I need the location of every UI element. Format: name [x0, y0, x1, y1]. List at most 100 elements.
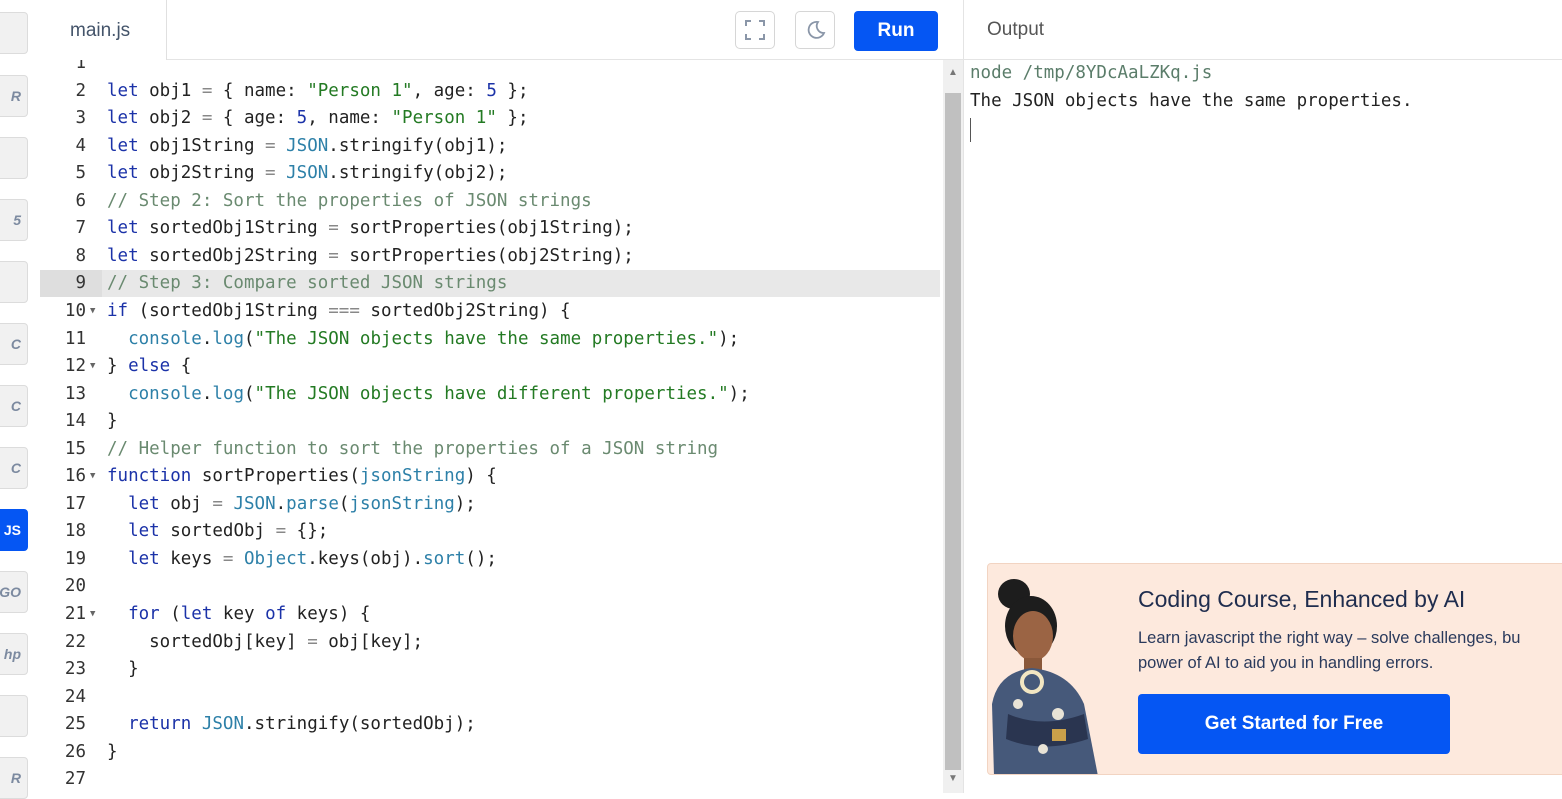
editor-scrollbar[interactable]: ▲ ▼: [943, 60, 963, 793]
code-line[interactable]: 8 let sortedObj2String = sortProperties(o…: [40, 243, 940, 270]
code-text: let obj1 = { name: "Person 1", age: 5 };: [107, 80, 529, 101]
code-line[interactable]: 27: [40, 766, 940, 793]
code-line[interactable]: 21 ▼ for (let key of keys) {: [40, 601, 940, 628]
html-icon[interactable]: 5: [0, 199, 28, 241]
scroll-up-icon[interactable]: ▲: [943, 66, 963, 80]
go-icon[interactable]: GO: [0, 571, 28, 613]
line-number: 7: [75, 218, 86, 239]
swift-icon[interactable]: [0, 695, 28, 737]
code-line[interactable]: 9// Step 3: Compare sorted JSON strings: [40, 270, 940, 298]
fold-arrow-icon[interactable]: ▼: [90, 353, 95, 380]
code-line[interactable]: 16 ▼ function sortProperties(jsonString) {: [40, 463, 940, 490]
line-number: 22: [64, 631, 86, 652]
fullscreen-icon: [745, 20, 765, 40]
output-command: node /tmp/8YDcAaLZKq.js: [970, 63, 1213, 83]
cpp-icon[interactable]: C: [0, 385, 28, 427]
line-number: 24: [64, 686, 86, 707]
code-line[interactable]: 6 // Step 2: Sort the properties of JSON …: [40, 188, 940, 215]
code-line[interactable]: 25 return JSON.stringify(sortedObj);: [40, 711, 940, 738]
code-text: let obj2String = JSON.stringify(obj2);: [107, 163, 508, 184]
code-text: } else {: [107, 356, 192, 377]
editor-toolbar: main.js Run: [40, 0, 963, 61]
code-text: }: [107, 741, 118, 762]
java-icon[interactable]: [0, 261, 28, 303]
line-number: 26: [64, 741, 86, 762]
code-text: if (sortedObj1String === sortedObj2Strin…: [107, 300, 571, 321]
output-header: Output: [964, 0, 1562, 60]
code-text: for (let key of keys) {: [128, 604, 371, 624]
get-started-button[interactable]: Get Started for Free: [1138, 694, 1450, 754]
moon-icon: [807, 21, 826, 39]
instructor-photo: [992, 579, 1098, 774]
php-icon[interactable]: hp: [0, 633, 28, 675]
code-line[interactable]: 14}: [40, 408, 940, 435]
code-line[interactable]: 5 let obj2String = JSON.stringify(obj2);: [40, 160, 940, 187]
code-text: }: [107, 411, 118, 432]
output-result: The JSON objects have the same propertie…: [970, 91, 1413, 111]
line-number: 19: [64, 548, 86, 569]
code-line[interactable]: 12 ▼} else {: [40, 353, 940, 380]
ad-description-line: Learn javascript the right way – solve c…: [1138, 629, 1521, 647]
code-text: let sortedObj = {};: [128, 521, 329, 542]
code-line[interactable]: 23 }: [40, 656, 940, 683]
code-text: let sortedObj1String = sortProperties(ob…: [107, 218, 634, 239]
fold-arrow-icon[interactable]: ▼: [90, 298, 95, 325]
code-line[interactable]: 18 let sortedObj = {};: [40, 518, 940, 545]
line-number: 4: [75, 135, 86, 156]
code-text: let sortedObj2String = sortProperties(ob…: [107, 245, 634, 266]
fold-arrow-icon[interactable]: ▼: [90, 601, 95, 628]
line-number: 1: [75, 60, 86, 73]
line-number: 27: [64, 769, 86, 790]
course-ad[interactable]: Coding Course, Enhanced by AI Learn java…: [987, 563, 1562, 775]
line-number: 3: [75, 108, 86, 129]
line-number: 20: [64, 576, 86, 597]
scroll-down-icon[interactable]: ▼: [943, 772, 963, 786]
ad-description: Learn javascript the right way – solve c…: [1138, 626, 1562, 676]
code-line[interactable]: 13 console.log("The JSON objects have di…: [40, 381, 940, 408]
line-number: 5: [75, 163, 86, 184]
c-icon[interactable]: C: [0, 323, 28, 365]
code-line[interactable]: 10 ▼ if (sortedObj1String === sortedObj2St…: [40, 298, 940, 325]
output-cursor: [970, 118, 971, 142]
line-number: 23: [64, 659, 86, 680]
line-number: 15: [64, 438, 86, 459]
python-icon[interactable]: [0, 12, 28, 54]
theme-toggle-button[interactable]: [795, 11, 835, 49]
code-line[interactable]: 11 console.log("The JSON objects have th…: [40, 326, 940, 353]
code-line[interactable]: 22 sortedObj[key] = obj[key];: [40, 629, 940, 656]
code-text: return JSON.stringify(sortedObj);: [128, 714, 476, 735]
code-line[interactable]: 7 let sortedObj1String = sortProperties(o…: [40, 215, 940, 242]
code-text: // Step 2: Sort the properties of JSON s…: [107, 190, 592, 211]
scrollbar-thumb[interactable]: [945, 93, 961, 770]
line-number: 11: [64, 328, 86, 349]
javascript-icon[interactable]: JS: [0, 509, 28, 551]
run-button[interactable]: Run: [854, 11, 938, 51]
code-text: // Helper function to sort the propertie…: [107, 438, 719, 459]
code-text: let obj = JSON.parse(jsonString);: [128, 493, 476, 514]
ad-description-line: power of AI to aid you in handling error…: [1138, 654, 1434, 672]
code-editor[interactable]: 1 2 let obj1 = { name: "Person 1", age: 5 …: [40, 60, 963, 793]
csharp-icon[interactable]: C: [0, 447, 28, 489]
code-line[interactable]: 17 let obj = JSON.parse(jsonString);: [40, 491, 940, 518]
code-text: sortedObj[key] = obj[key];: [107, 631, 424, 652]
code-text: let keys = Object.keys(obj).sort();: [128, 548, 497, 569]
code-line[interactable]: 2 let obj1 = { name: "Person 1", age: 5 }…: [40, 78, 940, 105]
code-line[interactable]: 20: [40, 573, 940, 600]
line-number: 13: [64, 383, 86, 404]
code-line[interactable]: 4 let obj1String = JSON.stringify(obj1);: [40, 133, 940, 160]
code-text: console.log("The JSON objects have the s…: [128, 328, 740, 349]
code-line[interactable]: 3 let obj2 = { age: 5, name: "Person 1" }…: [40, 105, 940, 132]
code-line[interactable]: 19 let keys = Object.keys(obj).sort();: [40, 546, 940, 573]
code-line[interactable]: 26}: [40, 739, 940, 766]
code-line[interactable]: 1: [40, 60, 940, 77]
line-number: 25: [64, 714, 86, 735]
fullscreen-button[interactable]: [735, 11, 775, 49]
code-line[interactable]: 15 // Helper function to sort the propert…: [40, 436, 940, 463]
r-icon[interactable]: R: [0, 75, 28, 117]
code-line[interactable]: 24: [40, 684, 940, 711]
file-tab[interactable]: main.js: [40, 0, 167, 61]
sql-icon[interactable]: [0, 137, 28, 179]
fold-arrow-icon[interactable]: ▼: [90, 463, 95, 490]
line-number: 6: [75, 190, 86, 211]
line-number: 8: [75, 245, 86, 266]
